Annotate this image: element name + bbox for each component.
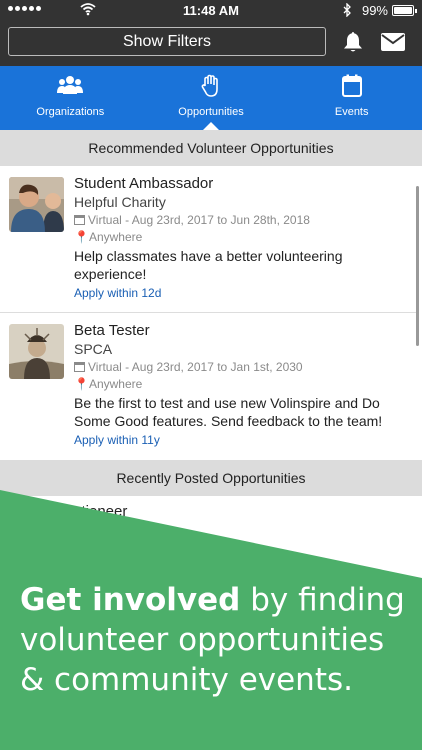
pin-icon: 📍: [74, 377, 89, 391]
schedule: Virtual - Aug 23rd, 2017 to Jun 28th, 20…: [74, 212, 410, 229]
recommended-section-header: Recommended Volunteer Opportunities: [0, 130, 422, 166]
promo-text: Get involved by finding volunteer opport…: [20, 580, 410, 700]
opportunity-description: Help classmates have a better volunteeri…: [74, 248, 343, 282]
apply-deadline-link[interactable]: Apply within 11y: [74, 432, 410, 449]
location-text: Anywhere: [88, 377, 143, 391]
apply-deadline-link[interactable]: Apply within 12d: [74, 285, 410, 302]
schedule: Virtual - Aug 23rd, 2017 to Jan 1st, 203…: [74, 359, 410, 376]
tab-label: Organizations: [36, 106, 105, 118]
bluetooth-icon: [343, 3, 351, 17]
tab-label: Events: [334, 106, 369, 118]
battery-icon: [392, 5, 417, 16]
calendar-icon: [74, 215, 85, 225]
battery-percent: 99%: [361, 3, 388, 18]
organization-name: itive: [110, 522, 135, 538]
opportunity-title: ctioneer: [74, 503, 128, 520]
raised-hand-icon: [201, 74, 218, 97]
location: 📍Anywhere: [74, 229, 410, 246]
show-filters-button[interactable]: Show Filters: [8, 27, 326, 56]
clock: 11:48 AM: [183, 3, 239, 18]
opportunity-title: Beta Tester: [74, 322, 150, 339]
opportunity-photo: [9, 177, 64, 232]
location: 📍Anywhere: [74, 376, 410, 393]
organization-name: Helpful Charity: [74, 194, 166, 210]
card-body: Student Ambassador Helpful Charity Virtu…: [74, 174, 410, 302]
calendar-icon: [74, 362, 85, 372]
pin-icon: 📍: [74, 230, 89, 244]
active-tab-indicator: [203, 122, 219, 130]
top-bar: 11:48 AM 99% Show Filters: [0, 0, 422, 66]
people-icon: [57, 76, 84, 94]
organization-name: SPCA: [74, 341, 113, 357]
opportunity-card[interactable]: Student Ambassador Helpful Charity Virtu…: [0, 166, 416, 312]
tab-organizations[interactable]: Organizations: [0, 66, 141, 130]
calendar-icon: [341, 74, 362, 97]
location-text: Anywhere: [88, 230, 143, 244]
envelope-icon[interactable]: [381, 33, 405, 51]
schedule-text: Virtual - Aug 23rd, 2017 to Jan 1st, 203…: [88, 360, 303, 374]
card-body: Beta Tester SPCA Virtual - Aug 23rd, 201…: [74, 321, 410, 449]
scrollbar[interactable]: [416, 186, 419, 346]
tab-opportunities[interactable]: Opportunities: [141, 66, 282, 130]
tab-label: Opportunities: [178, 106, 244, 118]
tab-bar: Organizations Opportunities Events: [0, 66, 422, 130]
recent-section-header: Recently Posted Opportunities: [0, 460, 422, 496]
opportunity-card[interactable]: Beta Tester SPCA Virtual - Aug 23rd, 201…: [0, 313, 416, 460]
opportunity-title: Student Ambassador: [74, 175, 214, 192]
status-bar: 11:48 AM 99%: [0, 0, 422, 22]
schedule-text: Virtual - Aug 23rd, 2017 to Jun 28th, 20…: [88, 213, 310, 227]
bell-icon[interactable]: [341, 30, 365, 54]
tab-events[interactable]: Events: [281, 66, 422, 130]
promo-text-bold: Get involved: [20, 582, 241, 618]
opportunity-description: Be the first to test and use new Volinsp…: [74, 395, 383, 429]
opportunity-photo: [9, 324, 64, 379]
